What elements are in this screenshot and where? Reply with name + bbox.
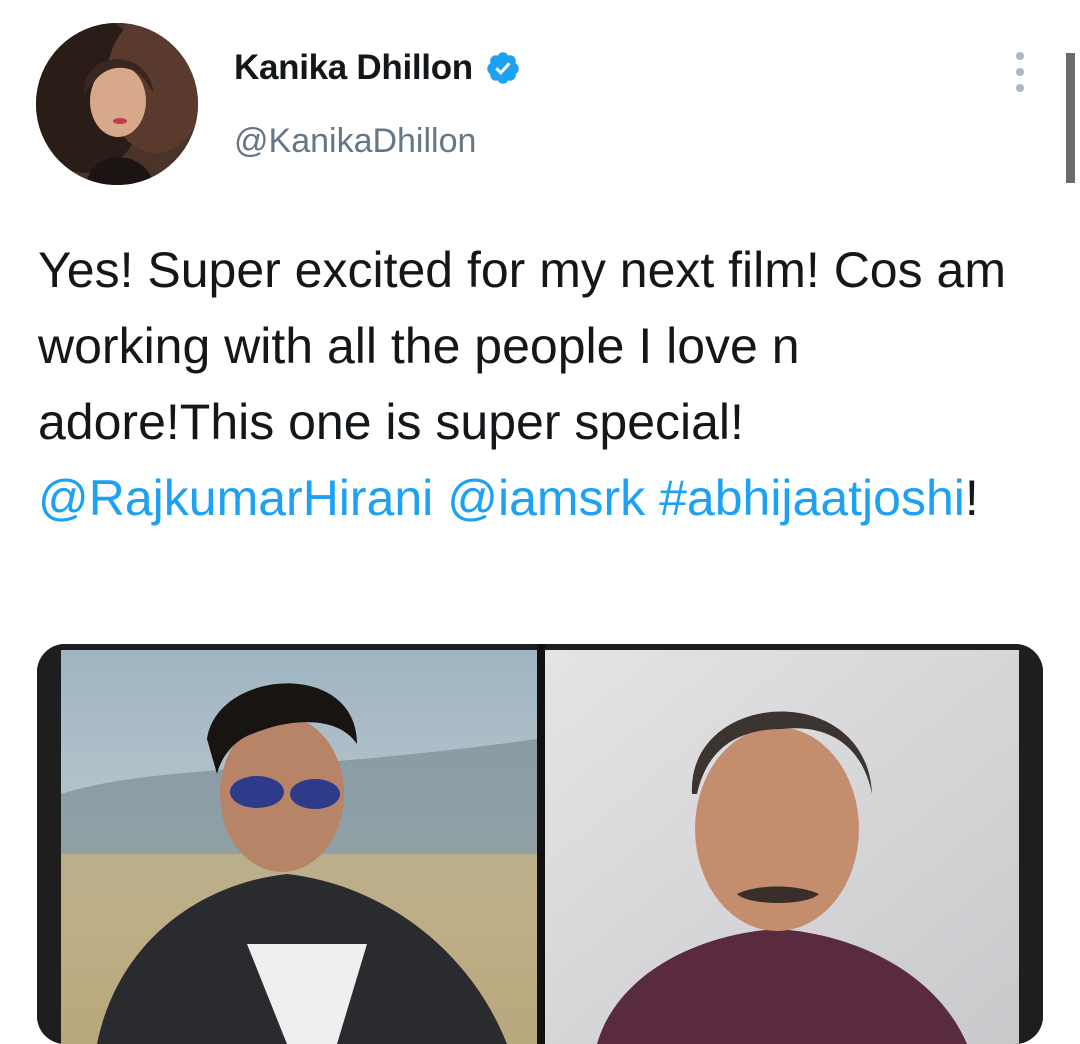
display-name[interactable]: Kanika Dhillon xyxy=(234,48,473,88)
tweet-text-end: ! xyxy=(964,470,979,526)
tweet-text-space xyxy=(433,470,447,526)
mention-rajkumarhirani-link[interactable]: @RajkumarHirani xyxy=(38,470,433,526)
hashtag-abhijaatjoshi-link[interactable]: #abhijaatjoshi xyxy=(659,470,965,526)
avatar-image xyxy=(36,23,198,185)
user-handle[interactable]: @KanikaDhillon xyxy=(234,122,476,161)
tweet-text-space xyxy=(645,470,659,526)
more-options-icon[interactable] xyxy=(1006,52,1034,92)
tweet-media-image[interactable] xyxy=(37,644,1043,1044)
tweet-text-body: Yes! Super excited for my next film! Cos… xyxy=(38,242,1006,450)
media-collage xyxy=(37,644,1043,1044)
mention-iamsrk-link[interactable]: @iamsrk xyxy=(447,470,645,526)
tweet-text: Yes! Super excited for my next film! Cos… xyxy=(38,232,1048,536)
avatar[interactable] xyxy=(36,23,198,185)
scrollbar[interactable] xyxy=(1066,53,1075,183)
verified-badge-icon xyxy=(487,52,519,84)
